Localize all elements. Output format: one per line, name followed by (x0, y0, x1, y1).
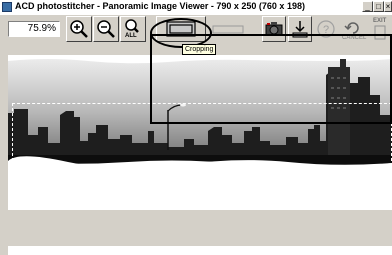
camera-icon (265, 22, 283, 36)
exit-door-icon (374, 25, 386, 40)
question-mark-icon: ? (317, 20, 335, 38)
zoom-all-label: ALL (125, 33, 137, 39)
window-title: ACD photostitcher - Panoramic Image View… (15, 1, 305, 11)
save-button[interactable] (288, 16, 312, 42)
disabled-frame-icon (212, 25, 244, 34)
zoom-in-icon (70, 20, 88, 38)
exit-button[interactable]: EXIT (368, 16, 392, 42)
panorama-image-area[interactable] (8, 55, 392, 210)
cancel-label: CANCEL (342, 35, 367, 41)
zoom-in-button[interactable] (66, 16, 92, 42)
zoom-all-button[interactable]: ALL (120, 16, 146, 42)
save-download-icon (292, 21, 308, 38)
cropping-icon (166, 21, 196, 37)
tooltip-cropping: Cropping (182, 44, 217, 55)
app-icon (2, 2, 12, 12)
title-bar: ACD photostitcher - Panoramic Image View… (0, 0, 392, 16)
zoom-out-icon (97, 20, 115, 38)
camera-button[interactable] (262, 16, 286, 42)
cancel-button[interactable]: CANCEL (340, 16, 366, 42)
cropping-button[interactable] (156, 16, 206, 42)
disabled-button (208, 16, 248, 42)
close-button[interactable]: × (384, 1, 392, 12)
svg-text:?: ? (323, 24, 329, 36)
help-button[interactable]: ? (314, 16, 338, 42)
panorama-image (8, 59, 392, 210)
minimize-button[interactable]: _ (362, 1, 373, 12)
zoom-out-button[interactable] (93, 16, 119, 42)
zoom-level-field[interactable]: 75.9% (8, 21, 60, 37)
status-area (0, 210, 392, 255)
maximize-button[interactable]: □ (373, 1, 384, 12)
bottom-strip (8, 246, 392, 255)
toolbar: 75.9% ALL ? CANCEL EXIT (0, 15, 392, 44)
